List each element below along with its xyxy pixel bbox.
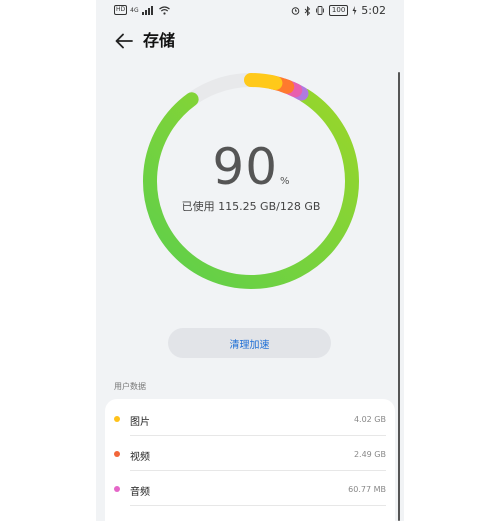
battery-level: 100: [328, 5, 349, 16]
section-label-user-data: 用户数据: [114, 382, 146, 391]
item-label: 音频: [130, 487, 150, 498]
user-data-list: 图片 4.02 GB 视频 2.49 GB 音频 60.77 MB 文档: [105, 399, 395, 521]
hd-badge: HD: [114, 5, 128, 15]
usage-percent-value: 90: [212, 138, 279, 196]
percent-sign: %: [280, 176, 290, 187]
item-size: 60.77 MB: [348, 485, 386, 494]
scrollbar[interactable]: [398, 72, 400, 521]
phone-screen: HD 4G 100 5:02 存储 90 % 已使用 115.25 GB/128…: [96, 0, 404, 521]
list-item[interactable]: 视频 2.49 GB: [105, 436, 395, 471]
ring-segment-images: [244, 73, 283, 90]
network-type: 4G: [130, 6, 139, 14]
usage-percent: 90%: [138, 138, 364, 196]
clean-accelerate-button[interactable]: 清理加速: [168, 328, 331, 358]
back-arrow-icon[interactable]: [113, 30, 135, 52]
category-dot: [114, 451, 120, 457]
page-title: 存储: [143, 31, 176, 50]
item-size: 2.49 GB: [353, 450, 386, 459]
item-size: 4.02 GB: [353, 415, 386, 424]
item-label: 图片: [130, 417, 150, 428]
status-left: HD 4G: [114, 5, 170, 15]
category-dot: [114, 416, 120, 422]
storage-gauge: 90% 已使用 115.25 GB/128 GB: [138, 68, 364, 294]
item-label: 视频: [130, 452, 150, 463]
vibrate-icon: [315, 6, 324, 15]
signal-icon: [141, 5, 156, 15]
status-bar: HD 4G 100 5:02: [96, 0, 404, 22]
wifi-icon: [158, 5, 170, 15]
category-dot: [114, 486, 120, 492]
clock: 5:02: [361, 4, 386, 17]
list-item[interactable]: 音频 60.77 MB: [105, 471, 395, 506]
usage-summary: 已使用 115.25 GB/128 GB: [181, 200, 321, 213]
charging-icon: [352, 6, 357, 15]
bluetooth-icon: [304, 5, 311, 16]
list-item[interactable]: 图片 4.02 GB: [105, 401, 395, 436]
list-item[interactable]: 文档: [105, 506, 395, 521]
status-right: 100 5:02: [291, 4, 386, 17]
alarm-icon: [291, 7, 300, 15]
